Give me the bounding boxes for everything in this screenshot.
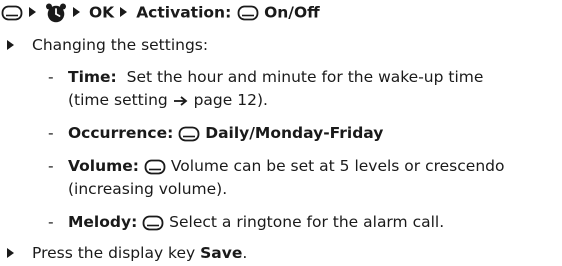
control-key-icon xyxy=(144,159,166,174)
menu-path: OK Activation: On/Off xyxy=(1,2,320,24)
time-text-2b: page 12). xyxy=(188,91,268,109)
list-dash: - xyxy=(48,213,54,231)
list-dash: - xyxy=(48,124,54,142)
save-key-label: Save xyxy=(200,244,243,262)
alarm-clock-icon xyxy=(46,3,66,23)
time-item-cont: (time setting page 12). xyxy=(68,90,268,110)
time-text-2a: (time setting xyxy=(68,91,173,109)
ok-label: OK xyxy=(89,3,115,22)
time-text-1: Set the hour and minute for the wake-up … xyxy=(126,68,484,86)
volume-label: Volume: xyxy=(68,157,140,175)
volume-item: Volume: Volume can be set at 5 levels or… xyxy=(68,156,504,176)
melody-label: Melody: xyxy=(68,213,138,231)
arrow-right-icon xyxy=(29,7,36,17)
press-prefix: Press the display key xyxy=(32,244,201,262)
melody-item: Melody: Select a ringtone for the alarm … xyxy=(68,212,444,232)
volume-text-1: Volume can be set at 5 levels or crescen… xyxy=(170,157,505,175)
press-suffix: . xyxy=(242,244,248,262)
onoff-value: On/Off xyxy=(264,3,320,22)
volume-item-cont: (increasing volume). xyxy=(68,179,227,199)
melody-text: Select a ringtone for the alarm call. xyxy=(169,213,445,231)
list-dash: - xyxy=(48,157,54,175)
menu-key-icon xyxy=(1,5,23,21)
arrow-right-icon xyxy=(73,7,80,17)
time-label: Time: xyxy=(68,68,117,86)
changing-settings-text: Changing the settings: xyxy=(32,36,209,54)
press-save-text: Press the display key Save. xyxy=(32,243,247,263)
list-dash: - xyxy=(48,68,54,86)
occurrence-item: Occurrence: Daily/Monday-Friday xyxy=(68,123,383,143)
control-key-icon xyxy=(237,5,259,21)
bullet-arrow-icon xyxy=(7,40,14,50)
arrow-right-icon xyxy=(120,7,128,17)
occurrence-value: Daily/Monday-Friday xyxy=(205,124,384,142)
activation-label: Activation: xyxy=(136,3,232,22)
control-key-icon xyxy=(178,126,200,141)
occurrence-label: Occurrence: xyxy=(68,124,174,142)
time-item: Time: Set the hour and minute for the wa… xyxy=(68,67,483,87)
bullet-arrow-icon xyxy=(7,248,14,258)
page-arrow-icon xyxy=(173,95,188,106)
control-key-icon xyxy=(142,215,164,230)
volume-text-2: (increasing volume). xyxy=(68,180,228,198)
